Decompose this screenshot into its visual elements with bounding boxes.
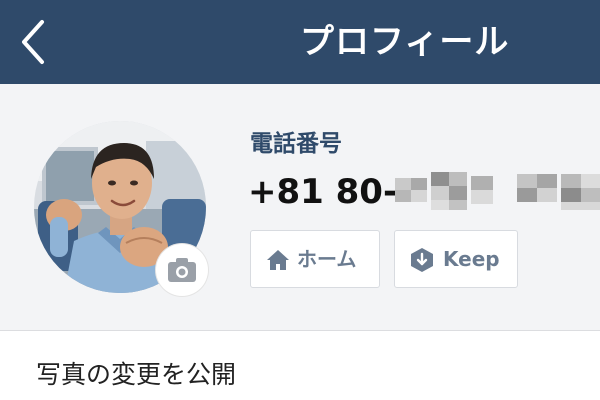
camera-button[interactable] bbox=[156, 244, 208, 296]
home-button-label: ホーム bbox=[297, 247, 357, 271]
back-button[interactable] bbox=[14, 16, 54, 68]
home-icon bbox=[267, 250, 289, 270]
chevron-left-icon bbox=[22, 20, 44, 64]
page-title: プロフィール bbox=[300, 22, 510, 62]
phone-label: 電話番号 bbox=[250, 131, 342, 157]
setting-label: 写真の変更を公開 bbox=[36, 360, 237, 389]
pixelated-phone-digits bbox=[395, 166, 600, 214]
setting-share-photo-change[interactable]: 写真の変更を公開 bbox=[0, 331, 600, 400]
profile-panel: 電話番号 +81 80- ホーム Keep bbox=[0, 84, 600, 331]
phone-number: +81 80- bbox=[248, 172, 398, 212]
keep-download-icon bbox=[411, 248, 433, 272]
keep-button-label: Keep bbox=[443, 247, 500, 271]
home-button[interactable]: ホーム bbox=[250, 230, 380, 288]
app-header: プロフィール bbox=[0, 0, 600, 84]
keep-button[interactable]: Keep bbox=[394, 230, 518, 288]
camera-icon bbox=[168, 258, 196, 282]
